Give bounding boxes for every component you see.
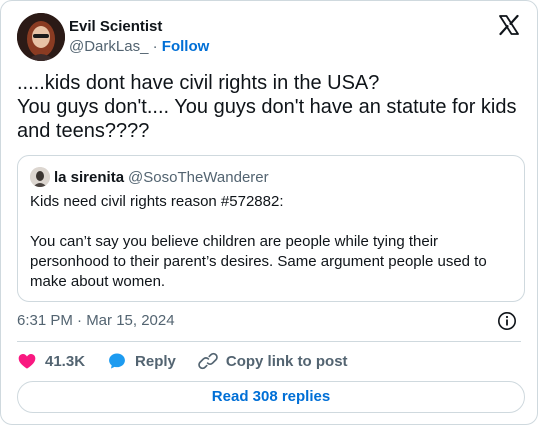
x-logo-icon[interactable] xyxy=(497,13,521,37)
quoted-author-name: la sirenita xyxy=(54,168,125,186)
like-count: 41.3K xyxy=(45,352,86,370)
follow-button[interactable]: Follow xyxy=(162,38,210,55)
like-button[interactable]: 41.3K xyxy=(17,351,85,371)
link-icon xyxy=(198,352,218,370)
quoted-post-text: Kids need civil rights reason #572882: Y… xyxy=(30,193,487,290)
quoted-author-handle: @SosoTheWanderer xyxy=(128,168,269,186)
reply-label: Reply xyxy=(135,352,176,370)
copy-link-button[interactable]: Copy link to post xyxy=(198,351,348,371)
divider xyxy=(17,341,521,342)
speech-bubble-icon xyxy=(109,353,125,369)
author-handle[interactable]: @DarkLas_ xyxy=(69,38,148,55)
reply-button[interactable]: Reply xyxy=(107,351,176,371)
info-icon[interactable] xyxy=(497,311,517,331)
read-replies-button[interactable]: Read 308 replies xyxy=(17,381,525,413)
embedded-post-card: Evil Scientist @DarkLas_ · Follow .....k… xyxy=(0,0,538,425)
handle-separator: · xyxy=(152,38,158,55)
post-timestamp[interactable]: 6:31 PM · Mar 15, 2024 xyxy=(17,311,175,331)
author-handle-row: @DarkLas_ · Follow xyxy=(69,37,209,57)
quoted-author-avatar xyxy=(30,167,50,187)
post-text: .....kids dont have civil rights in the … xyxy=(17,72,517,142)
post-header: Evil Scientist @DarkLas_ · Follow xyxy=(17,13,521,61)
quoted-post[interactable]: la sirenita @SosoTheWanderer Kids need c… xyxy=(17,155,525,302)
author-info: Evil Scientist @DarkLas_ · Follow xyxy=(69,17,209,57)
author-display-name[interactable]: Evil Scientist xyxy=(69,17,209,37)
quoted-post-header: la sirenita @SosoTheWanderer xyxy=(30,167,269,187)
copy-link-label: Copy link to post xyxy=(225,352,348,370)
action-bar: 41.3K Reply Copy link to post xyxy=(17,351,370,371)
heart-icon xyxy=(18,354,36,369)
author-avatar[interactable] xyxy=(17,13,65,61)
